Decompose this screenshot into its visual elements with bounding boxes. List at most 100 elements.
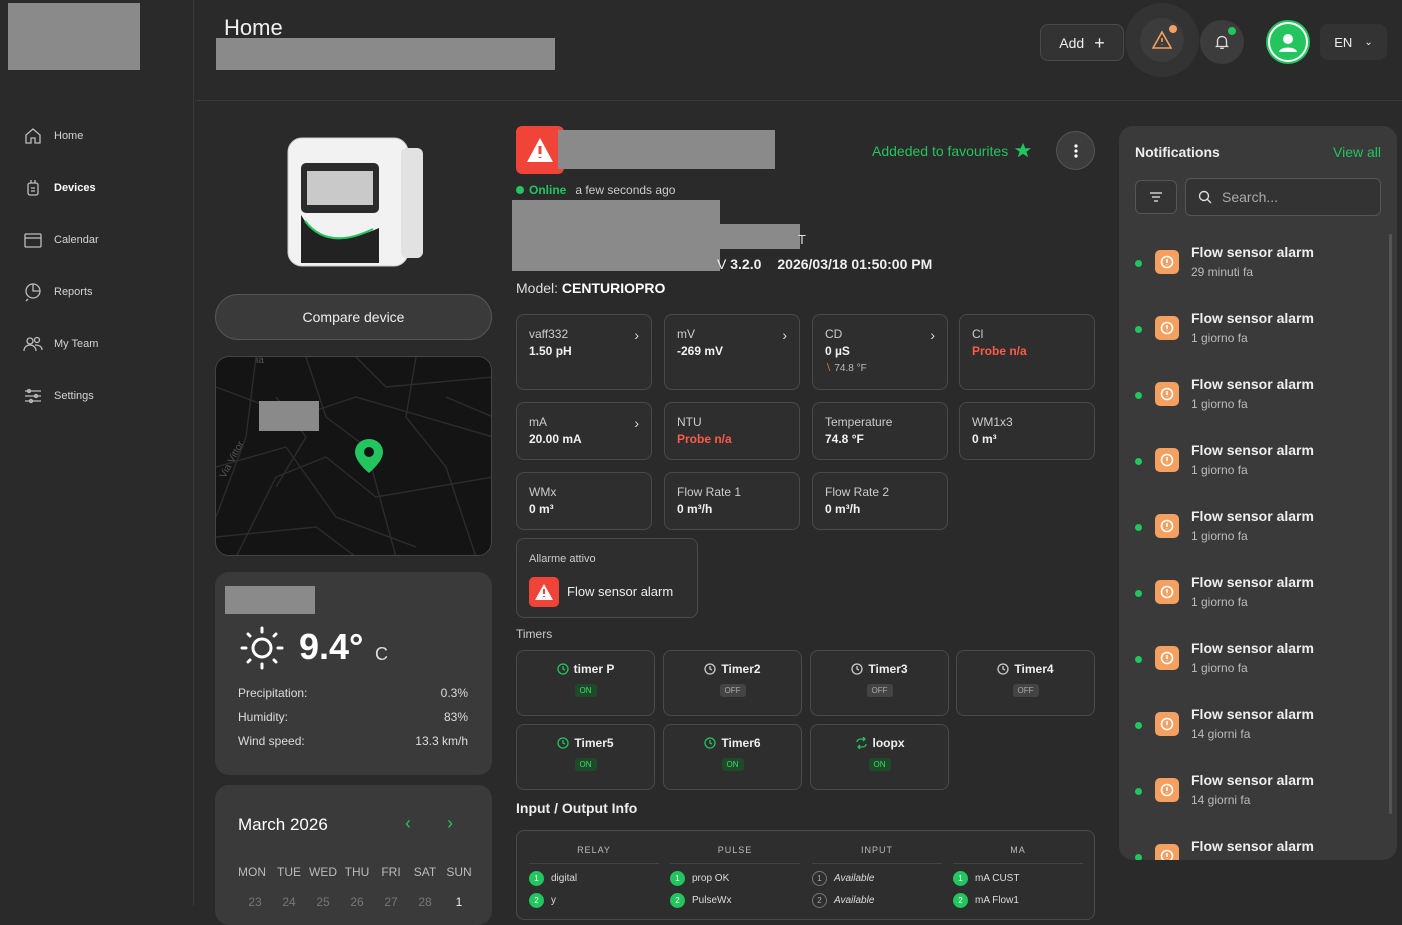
- search-input[interactable]: Search...: [1185, 178, 1381, 216]
- measure-tile[interactable]: mV -269 mV ›: [664, 314, 800, 390]
- alert-dot: [1169, 25, 1177, 33]
- calendar-date[interactable]: 23: [238, 895, 272, 909]
- warning-icon: [1155, 448, 1179, 472]
- scrollbar[interactable]: [1389, 234, 1392, 814]
- notification-item[interactable]: Flow sensor alarm 14 giorni fa: [1119, 832, 1389, 860]
- redacted-subtitle: [216, 38, 555, 70]
- chevron-right-icon: ›: [634, 327, 639, 343]
- notification-item[interactable]: Flow sensor alarm 1 giorno fa: [1119, 634, 1389, 700]
- measure-sub: ∖ 74.8 °F: [825, 363, 935, 374]
- unread-dot: [1135, 326, 1142, 333]
- weather-card: 9.4° C Precipitation: 0.3% Humidity: 83% W…: [215, 572, 492, 775]
- measure-tile: WM1x3 0 m³: [959, 402, 1095, 460]
- notification-title: Flow sensor alarm: [1191, 838, 1314, 854]
- notification-time: 1 giorno fa: [1191, 595, 1248, 609]
- io-number: 1: [529, 871, 544, 886]
- notification-time: 1 giorno fa: [1191, 463, 1248, 477]
- notification-item[interactable]: Flow sensor alarm 14 giorni fa: [1119, 766, 1389, 832]
- filter-button[interactable]: [1135, 180, 1177, 214]
- timer-card[interactable]: Timer6 ON: [663, 724, 802, 790]
- io-label: PulseWx: [692, 895, 732, 906]
- favourite-toggle[interactable]: Addeded to favourites: [872, 142, 1032, 160]
- notification-item[interactable]: Flow sensor alarm 1 giorno fa: [1119, 370, 1389, 436]
- add-button[interactable]: Add +: [1040, 24, 1124, 61]
- compare-device-button[interactable]: Compare device: [215, 294, 492, 340]
- io-number: 1: [953, 871, 968, 886]
- unread-dot: [1135, 722, 1142, 729]
- kebab-icon: [1073, 143, 1078, 158]
- calendar-date[interactable]: 24: [272, 895, 306, 909]
- notification-item[interactable]: Flow sensor alarm 14 giorni fa: [1119, 700, 1389, 766]
- sidebar-item-label: Settings: [54, 390, 94, 402]
- alerts-button[interactable]: [1125, 3, 1199, 77]
- notification-item[interactable]: Flow sensor alarm 1 giorno fa: [1119, 304, 1389, 370]
- notification-title: Flow sensor alarm: [1191, 508, 1314, 524]
- sidebar: Home Devices Calendar Reports My Team Se…: [0, 0, 194, 906]
- measure-tile[interactable]: CD 0 µS ∖ 74.8 °F ›: [812, 314, 948, 390]
- timer-state-badge: ON: [574, 758, 597, 771]
- more-options-button[interactable]: [1056, 131, 1095, 170]
- warning-icon: [1155, 580, 1179, 604]
- calendar-date[interactable]: 27: [374, 895, 408, 909]
- timer-card[interactable]: Timer2 OFF: [663, 650, 802, 716]
- device-alert-icon: [516, 126, 564, 174]
- temperature-value: 9.4°: [299, 626, 364, 667]
- active-alarm-card[interactable]: Allarme attivo Flow sensor alarm: [516, 538, 698, 618]
- sidebar-item-settings[interactable]: Settings: [0, 370, 194, 422]
- sidebar-item-reports[interactable]: Reports: [0, 266, 194, 318]
- timer-card[interactable]: Timer3 OFF: [810, 650, 949, 716]
- add-button-label: Add: [1059, 34, 1085, 51]
- sidebar-item-devices[interactable]: Devices: [0, 162, 194, 214]
- timer-card[interactable]: timer P ON: [516, 650, 655, 716]
- star-icon: [1015, 142, 1032, 158]
- measure-tile[interactable]: mA 20.00 mA ›: [516, 402, 652, 460]
- calendar-date[interactable]: 1: [442, 895, 476, 909]
- notification-item[interactable]: Flow sensor alarm 1 giorno fa: [1119, 436, 1389, 502]
- notification-title: Flow sensor alarm: [1191, 772, 1314, 788]
- measure-tile: Temperature 74.8 °F: [812, 402, 948, 460]
- view-all-link[interactable]: View all: [1333, 144, 1381, 160]
- timer-name: Timer6: [721, 736, 761, 750]
- measure-value: 20.00 mA: [529, 432, 582, 446]
- timers-title: Timers: [516, 627, 553, 641]
- timer-name: loopx: [872, 736, 905, 750]
- timer-card[interactable]: Timer4 OFF: [956, 650, 1095, 716]
- weather-value: 0.3%: [440, 686, 468, 700]
- timer-card[interactable]: Timer5 ON: [516, 724, 655, 790]
- measure-value: 0 m³/h: [677, 502, 713, 516]
- io-row: 1 mA CUST: [953, 871, 1083, 886]
- calendar-date[interactable]: 26: [340, 895, 374, 909]
- header: Home Add + EN ⌄: [195, 0, 1402, 101]
- io-number: 1: [670, 871, 685, 886]
- calendar-date[interactable]: 28: [408, 895, 442, 909]
- language-selector[interactable]: EN ⌄: [1320, 24, 1387, 60]
- weekday: THU: [344, 865, 370, 879]
- notification-item[interactable]: Flow sensor alarm 29 minuti fa: [1119, 238, 1389, 304]
- sidebar-item-calendar[interactable]: Calendar: [0, 214, 194, 266]
- notification-title: Flow sensor alarm: [1191, 244, 1314, 260]
- notification-title: Flow sensor alarm: [1191, 706, 1314, 722]
- measure-tile[interactable]: vaff332 1.50 pH ›: [516, 314, 652, 390]
- clock-icon: [997, 663, 1010, 675]
- redacted-device-info-2: [720, 224, 800, 249]
- status-row: Online a few seconds ago: [516, 183, 675, 197]
- notifications-button[interactable]: [1200, 20, 1244, 64]
- sidebar-item-my-team[interactable]: My Team: [0, 318, 194, 370]
- chevron-right-icon[interactable]: ›: [447, 813, 453, 834]
- sidebar-item-home[interactable]: Home: [0, 110, 194, 162]
- notification-item[interactable]: Flow sensor alarm 1 giorno fa: [1119, 568, 1389, 634]
- avatar[interactable]: [1268, 22, 1308, 62]
- notification-item[interactable]: Flow sensor alarm 1 giorno fa: [1119, 502, 1389, 568]
- model-row: Model: CENTURIOPRO: [516, 280, 665, 296]
- measure-name: WMx: [529, 485, 557, 499]
- notification-time: 1 giorno fa: [1191, 661, 1248, 675]
- io-column: RELAY 1 digital 2y: [529, 831, 659, 908]
- device-map[interactable]: Via Vittor ia Jesi: [215, 356, 492, 556]
- alarm-title: Allarme attivo: [529, 553, 596, 565]
- measure-value: 0 m³: [529, 502, 554, 516]
- calendar-date[interactable]: 25: [306, 895, 340, 909]
- chevron-left-icon[interactable]: ‹: [405, 813, 411, 834]
- calendar-dates: 23 24 25 26 27 28 1: [238, 895, 476, 909]
- timer-card[interactable]: loopx ON: [810, 724, 949, 790]
- measure-name: Flow Rate 1: [677, 485, 742, 499]
